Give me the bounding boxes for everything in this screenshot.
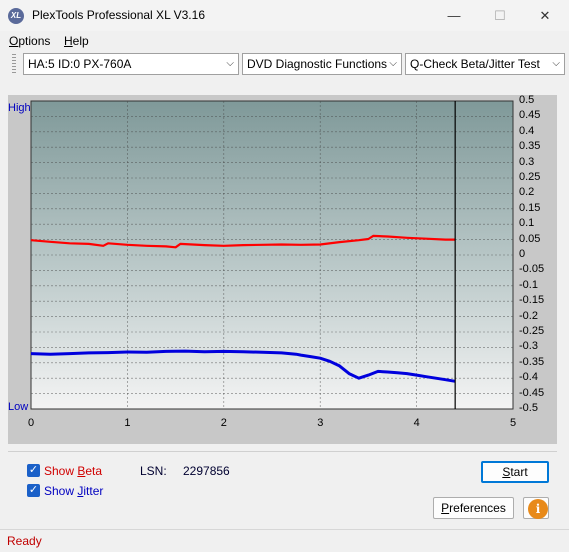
show-beta-checkbox[interactable]: ✓ bbox=[27, 464, 40, 477]
y-tick-label: 0.45 bbox=[519, 109, 541, 122]
y-tick-label: -0.2 bbox=[519, 309, 538, 322]
x-tick-label: 3 bbox=[317, 417, 324, 429]
y-tick-label: -0.1 bbox=[519, 278, 538, 291]
y-tick-label: -0.45 bbox=[519, 386, 545, 399]
start-label: tart bbox=[510, 465, 528, 479]
show-beta-text-a: Show bbox=[44, 464, 78, 478]
y-tick-label: -0.05 bbox=[519, 263, 545, 276]
show-jitter-checkbox[interactable]: ✓ bbox=[27, 484, 40, 497]
show-jitter-text-b: itter bbox=[83, 484, 104, 498]
y-tick-label: 0.15 bbox=[519, 201, 541, 214]
y-tick-label: -0.4 bbox=[519, 371, 538, 384]
y-tick-label: -0.35 bbox=[519, 355, 545, 368]
show-jitter-label[interactable]: Show Jitter bbox=[44, 484, 103, 498]
y-tick-label: -0.25 bbox=[519, 325, 545, 337]
show-jitter-text-a: Show bbox=[44, 484, 78, 498]
info-icon[interactable]: i bbox=[528, 499, 548, 519]
status-text: Ready bbox=[7, 534, 42, 548]
show-beta-label[interactable]: Show Beta bbox=[44, 464, 102, 478]
x-tick-label: 0 bbox=[28, 417, 35, 429]
y-tick-label: -0.5 bbox=[519, 402, 538, 414]
preferences-button[interactable]: Preferences bbox=[433, 497, 514, 519]
y-tick-label: 0 bbox=[519, 248, 526, 260]
lsn-value: 2297856 bbox=[183, 464, 230, 478]
x-tick-label: 1 bbox=[124, 417, 131, 429]
show-beta-text-b: eta bbox=[85, 464, 103, 478]
y-tick-label: 0.1 bbox=[519, 217, 535, 230]
y-tick-label: -0.3 bbox=[519, 340, 538, 353]
y-tick-label: 0.5 bbox=[519, 94, 535, 106]
y-tick-label: 0.05 bbox=[519, 232, 541, 245]
x-tick-label: 5 bbox=[510, 417, 517, 429]
start-button[interactable]: Start bbox=[481, 461, 549, 483]
y-tick-label: 0.2 bbox=[519, 186, 535, 199]
preferences-accel: P bbox=[441, 501, 450, 515]
y-tick-label: 0.3 bbox=[519, 155, 535, 168]
y-tick-label: 0.25 bbox=[519, 171, 541, 183]
preferences-label: references bbox=[449, 501, 506, 515]
y-tick-label: 0.35 bbox=[519, 140, 541, 153]
y-tick-label: -0.15 bbox=[519, 294, 545, 307]
x-tick-label: 2 bbox=[220, 417, 227, 429]
lsn-label: LSN: bbox=[140, 464, 167, 478]
status-bar: Ready bbox=[0, 529, 569, 552]
x-tick-label: 4 bbox=[413, 417, 420, 429]
y-tick-label: 0.4 bbox=[519, 124, 535, 137]
